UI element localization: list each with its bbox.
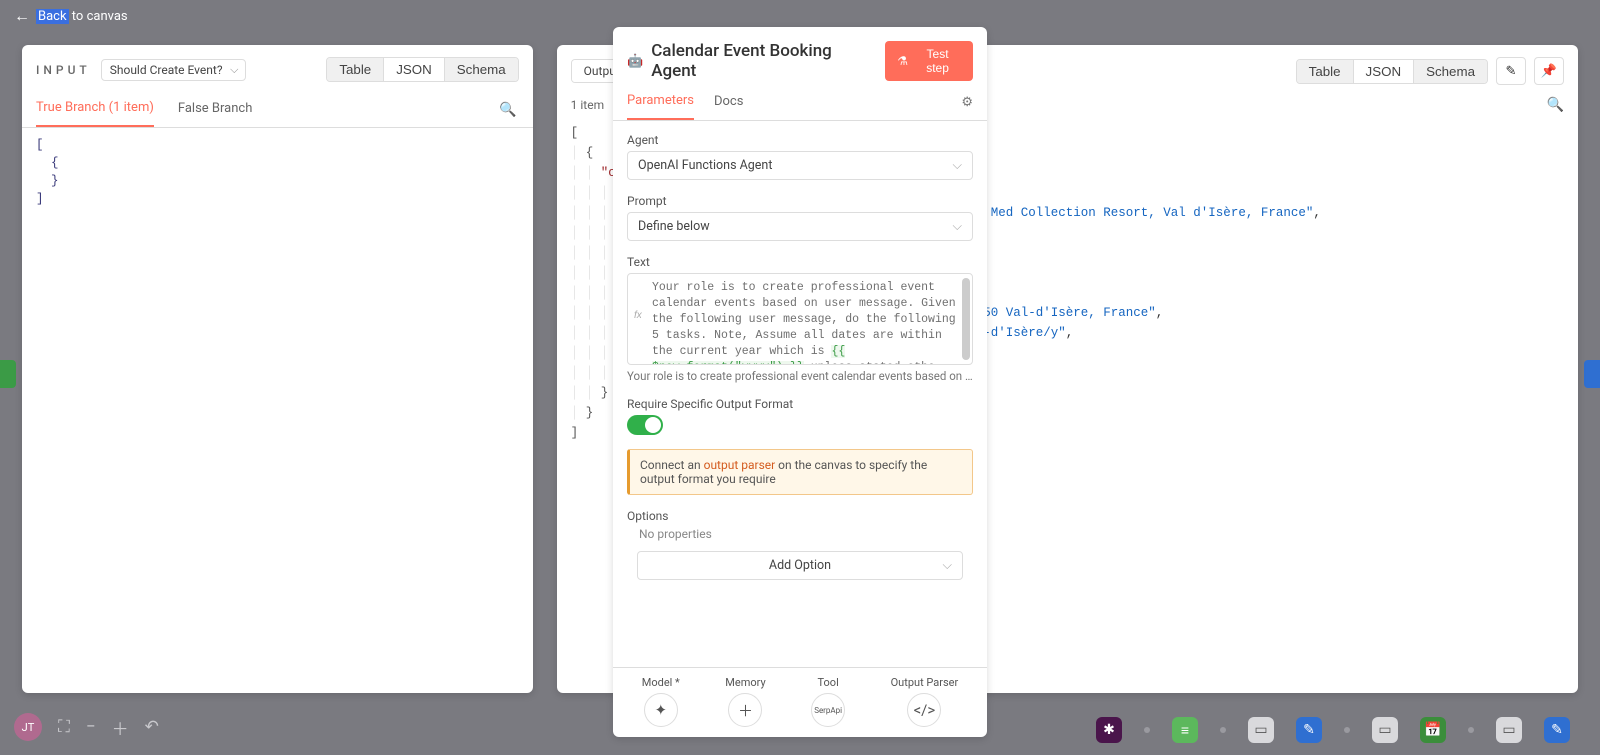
connector-dot	[1468, 727, 1474, 733]
generic-node-icon[interactable]: ▭	[1248, 717, 1274, 743]
scrollbar[interactable]	[962, 278, 970, 360]
back-to-canvas-link[interactable]: Back to canvas	[36, 9, 128, 24]
output-view-tabs: Table JSON Schema	[1296, 59, 1488, 84]
test-step-button[interactable]: ⚗ Test step	[885, 41, 973, 81]
connector-dot	[1144, 727, 1150, 733]
slack-node-icon[interactable]: ✱	[1096, 717, 1122, 743]
canvas-mini-nodes: ✱ ≡ ▭ ✎ ▭ 📅 ▭ ✎	[1096, 717, 1570, 743]
back-arrow-icon[interactable]: ←	[14, 6, 30, 26]
node-config-panel: 🤖 Calendar Event Booking Agent ⚗ Test st…	[613, 27, 987, 737]
right-edge-node-stub	[1584, 360, 1600, 388]
input-search-icon[interactable]: 🔍	[497, 96, 518, 124]
require-output-toggle[interactable]	[627, 415, 663, 435]
output-view-schema[interactable]: Schema	[1413, 60, 1487, 83]
output-parser-hint: Connect an output parser on the canvas t…	[627, 449, 973, 495]
input-view-json[interactable]: JSON	[383, 58, 444, 81]
agent-label: Agent	[627, 133, 973, 147]
prompt-label: Prompt	[627, 194, 973, 208]
add-option-button[interactable]: Add Option⌵	[637, 551, 963, 580]
model-connector-icon[interactable]: ✦	[644, 693, 678, 727]
text-label: Text	[627, 255, 973, 269]
input-panel: INPUT Should Create Event? Table JSON Sc…	[22, 45, 533, 693]
generic-node-icon[interactable]: ▭	[1496, 717, 1522, 743]
tool-connector-icon[interactable]: SerpApi	[811, 693, 845, 727]
output-parser-connector-icon[interactable]: </>	[907, 693, 941, 727]
filter-node-icon[interactable]: ≡	[1172, 717, 1198, 743]
output-parser-slot[interactable]: Output Parser </>	[891, 676, 959, 727]
fx-icon: fx	[634, 308, 642, 324]
input-view-table[interactable]: Table	[327, 58, 383, 81]
true-branch-tab[interactable]: True Branch (1 item)	[36, 92, 154, 127]
output-item-count: 1 item	[571, 98, 604, 112]
chevron-down-icon: ⌵	[943, 558, 952, 573]
text-resolved-hint: Your role is to create professional even…	[627, 369, 973, 383]
no-properties-text: No properties	[627, 527, 973, 551]
add-memory-icon[interactable]: ＋	[728, 693, 762, 727]
chevron-down-icon: ⌵	[953, 219, 962, 234]
robot-icon: 🤖	[627, 54, 643, 69]
node-title: Calendar Event Booking Agent	[651, 41, 877, 81]
calendar-node-icon[interactable]: 📅	[1420, 717, 1446, 743]
model-slot[interactable]: Model * ✦	[642, 676, 680, 727]
edit-node-icon[interactable]: ✎	[1296, 717, 1322, 743]
parameters-tab[interactable]: Parameters	[627, 93, 694, 120]
edit-node-icon[interactable]: ✎	[1544, 717, 1570, 743]
text-expression-editor[interactable]: fx Your role is to create professional e…	[627, 273, 973, 365]
output-view-json[interactable]: JSON	[1353, 60, 1414, 83]
agent-select[interactable]: OpenAI Functions Agent⌵	[627, 151, 973, 180]
memory-slot[interactable]: Memory ＋	[725, 676, 765, 727]
input-view-schema[interactable]: Schema	[444, 58, 518, 81]
zoom-in-icon[interactable]: ＋	[112, 715, 129, 740]
edit-output-icon[interactable]: ✎	[1496, 57, 1526, 85]
fit-view-icon[interactable]: ⛶	[58, 717, 70, 737]
output-search-icon[interactable]: 🔍	[1547, 97, 1564, 113]
undo-icon[interactable]: ↶	[145, 717, 159, 737]
user-avatar[interactable]: JT	[14, 713, 42, 741]
chevron-down-icon: ⌵	[953, 158, 962, 173]
output-view-table[interactable]: Table	[1297, 60, 1353, 83]
input-json-body: [ { } ]	[22, 128, 533, 693]
output-parser-link[interactable]: output parser	[704, 458, 776, 472]
connector-dot	[1220, 727, 1226, 733]
flask-icon: ⚗	[897, 54, 908, 68]
input-heading: INPUT	[36, 63, 91, 77]
zoom-out-icon[interactable]: −	[86, 717, 96, 737]
tool-slot[interactable]: Tool SerpApi	[811, 676, 845, 727]
require-output-label: Require Specific Output Format	[627, 397, 973, 411]
settings-gear-icon[interactable]: ⚙	[961, 95, 973, 118]
pin-output-icon[interactable]: 📌	[1534, 57, 1564, 85]
input-view-tabs: Table JSON Schema	[326, 57, 518, 82]
input-source-dropdown[interactable]: Should Create Event?	[101, 59, 246, 81]
connector-dot	[1344, 727, 1350, 733]
false-branch-tab[interactable]: False Branch	[178, 93, 253, 126]
generic-node-icon[interactable]: ▭	[1372, 717, 1398, 743]
left-edge-node-stub	[0, 360, 16, 388]
docs-tab[interactable]: Docs	[714, 94, 743, 119]
options-label: Options	[627, 509, 973, 523]
prompt-select[interactable]: Define below⌵	[627, 212, 973, 241]
